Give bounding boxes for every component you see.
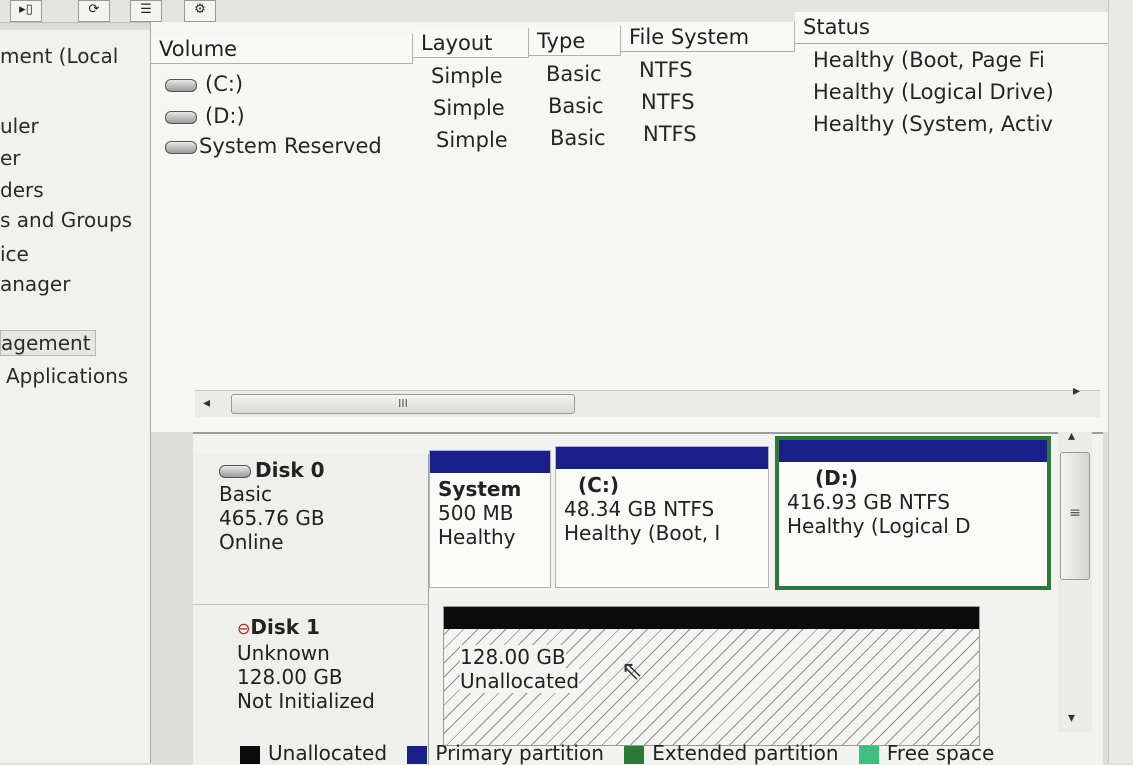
disk-0-info[interactable]: Disk 0 Basic 465.76 GB Online bbox=[193, 454, 429, 604]
tree-item-local-users-groups[interactable]: s and Groups bbox=[0, 208, 132, 232]
horizontal-scrollbar[interactable]: ◂ III ▸ bbox=[195, 383, 1100, 417]
drive-icon bbox=[165, 78, 197, 92]
unallocated-bar bbox=[444, 607, 979, 629]
disk-state: Not Initialized bbox=[237, 689, 375, 713]
volume-status: Healthy (System, Activ bbox=[813, 112, 1053, 136]
disk-name: Disk 1 bbox=[250, 615, 320, 639]
tree-item-computer-management[interactable]: ment (Local bbox=[0, 44, 118, 68]
legend-swatch bbox=[407, 745, 428, 764]
volume-type: Basic bbox=[550, 126, 606, 150]
legend-extended: Extended partition bbox=[624, 741, 839, 765]
drive-icon bbox=[165, 110, 197, 124]
partition-size: 416.93 GB NTFS bbox=[787, 490, 950, 514]
partition-status: Healthy bbox=[438, 525, 516, 549]
partition-size: 48.34 GB NTFS bbox=[564, 497, 715, 521]
tree-item-event-viewer[interactable]: er bbox=[0, 146, 21, 170]
disk-graphical-view: Disk 0 Basic 465.76 GB Online System 500… bbox=[193, 432, 1103, 765]
volume-type: Basic bbox=[548, 94, 604, 118]
disk-icon bbox=[219, 465, 251, 478]
legend-label: Unallocated bbox=[268, 741, 388, 765]
column-header-status[interactable]: Status bbox=[795, 12, 1109, 44]
partition-size: 500 MB bbox=[438, 501, 514, 525]
legend-label: Primary partition bbox=[435, 741, 604, 765]
help-icon[interactable]: ⚙ bbox=[184, 0, 216, 22]
legend-free-space: Free space bbox=[858, 741, 995, 765]
legend-unallocated: Unallocated bbox=[240, 742, 387, 764]
refresh-icon[interactable]: ⟳ bbox=[78, 0, 110, 22]
column-header-layout[interactable]: Layout bbox=[413, 28, 529, 58]
unallocated-status: Unallocated bbox=[460, 669, 580, 693]
partition-label: System bbox=[438, 477, 522, 501]
disk-kind: Basic bbox=[219, 482, 272, 506]
disk-size: 465.76 GB bbox=[219, 506, 325, 530]
window-right-edge bbox=[1108, 0, 1133, 763]
legend-swatch bbox=[240, 745, 260, 764]
tree-item-performance[interactable]: ice bbox=[0, 242, 29, 266]
properties-icon[interactable]: ☰ bbox=[130, 0, 162, 22]
disk-warning-icon: ⊖ bbox=[237, 619, 251, 638]
volume-row-c[interactable]: (C:) bbox=[165, 72, 243, 96]
mouse-cursor-icon: ⇖ bbox=[621, 656, 643, 686]
tree-item-services-applications[interactable]: Applications bbox=[6, 364, 128, 388]
legend-label: Free space bbox=[886, 741, 995, 765]
scroll-thumb[interactable]: ≡ bbox=[1060, 452, 1090, 580]
scroll-left-icon[interactable]: ◂ bbox=[203, 395, 210, 411]
volume-fs: NTFS bbox=[643, 122, 697, 146]
volume-status: Healthy (Logical Drive) bbox=[813, 80, 1054, 104]
volume-layout: Simple bbox=[431, 64, 503, 88]
disk-size: 128.00 GB bbox=[237, 665, 343, 689]
volume-fs: NTFS bbox=[641, 90, 695, 114]
tree-item-task-scheduler[interactable]: uler bbox=[0, 114, 39, 138]
disk-name: Disk 0 bbox=[255, 458, 325, 482]
primary-partition-bar bbox=[779, 440, 1047, 462]
unallocated-region[interactable]: 128.00 GB Unallocated bbox=[443, 606, 980, 746]
partition-d-selected[interactable]: (D:) 416.93 GB NTFS Healthy (Logical D bbox=[775, 436, 1051, 590]
tree-item-disk-management[interactable]: agement bbox=[0, 330, 96, 356]
volume-name: System Reserved bbox=[199, 134, 382, 158]
partition-c[interactable]: (C:) 48.34 GB NTFS Healthy (Boot, I bbox=[555, 446, 769, 588]
legend: Unallocated Primary partition Extended p… bbox=[240, 741, 1133, 765]
column-header-file-system[interactable]: File System bbox=[621, 22, 795, 52]
partition-system-reserved[interactable]: System 500 MB Healthy bbox=[429, 450, 551, 588]
tree-item-device-manager[interactable]: anager bbox=[0, 272, 70, 296]
volume-layout: Simple bbox=[436, 128, 508, 152]
volume-list: Volume Layout Type File System Status (C… bbox=[150, 12, 1109, 432]
disk-kind: Unknown bbox=[237, 641, 330, 665]
primary-partition-bar bbox=[430, 451, 550, 473]
vertical-scrollbar[interactable]: ▴ ≡ ▾ bbox=[1058, 428, 1092, 732]
legend-swatch bbox=[624, 745, 645, 764]
legend-primary: Primary partition bbox=[407, 742, 604, 764]
scroll-down-icon[interactable]: ▾ bbox=[1068, 710, 1075, 726]
volume-type: Basic bbox=[546, 62, 602, 86]
tree-item-shared-folders[interactable]: ders bbox=[0, 178, 44, 202]
partition-status: Healthy (Logical D bbox=[787, 514, 971, 538]
show-hide-console-tree-icon[interactable]: ▸▯ bbox=[10, 0, 42, 22]
disk-state: Online bbox=[219, 530, 284, 554]
legend-label: Extended partition bbox=[652, 741, 839, 765]
console-tree: ment (Local uler er ders s and Groups ic… bbox=[0, 30, 151, 763]
primary-partition-bar bbox=[556, 447, 768, 469]
column-header-volume[interactable]: Volume bbox=[151, 34, 413, 64]
scroll-up-icon[interactable]: ▴ bbox=[1068, 428, 1075, 444]
volume-layout: Simple bbox=[433, 96, 505, 120]
column-header-type[interactable]: Type bbox=[529, 26, 621, 56]
partition-status: Healthy (Boot, I bbox=[564, 521, 721, 545]
scroll-right-icon[interactable]: ▸ bbox=[1073, 383, 1080, 399]
volume-status: Healthy (Boot, Page Fi bbox=[813, 48, 1045, 72]
volume-row-d[interactable]: (D:) bbox=[165, 104, 245, 128]
legend-swatch bbox=[858, 745, 879, 764]
partition-label: (C:) bbox=[578, 473, 619, 497]
volume-name: (C:) bbox=[205, 72, 244, 96]
unallocated-size: 128.00 GB bbox=[460, 645, 566, 669]
drive-icon bbox=[165, 140, 197, 154]
volume-name: (D:) bbox=[205, 104, 245, 128]
scroll-thumb[interactable]: III bbox=[231, 394, 575, 414]
partition-label: (D:) bbox=[815, 466, 858, 490]
volume-fs: NTFS bbox=[639, 58, 693, 82]
volume-row-system-reserved[interactable]: System Reserved bbox=[165, 134, 382, 158]
